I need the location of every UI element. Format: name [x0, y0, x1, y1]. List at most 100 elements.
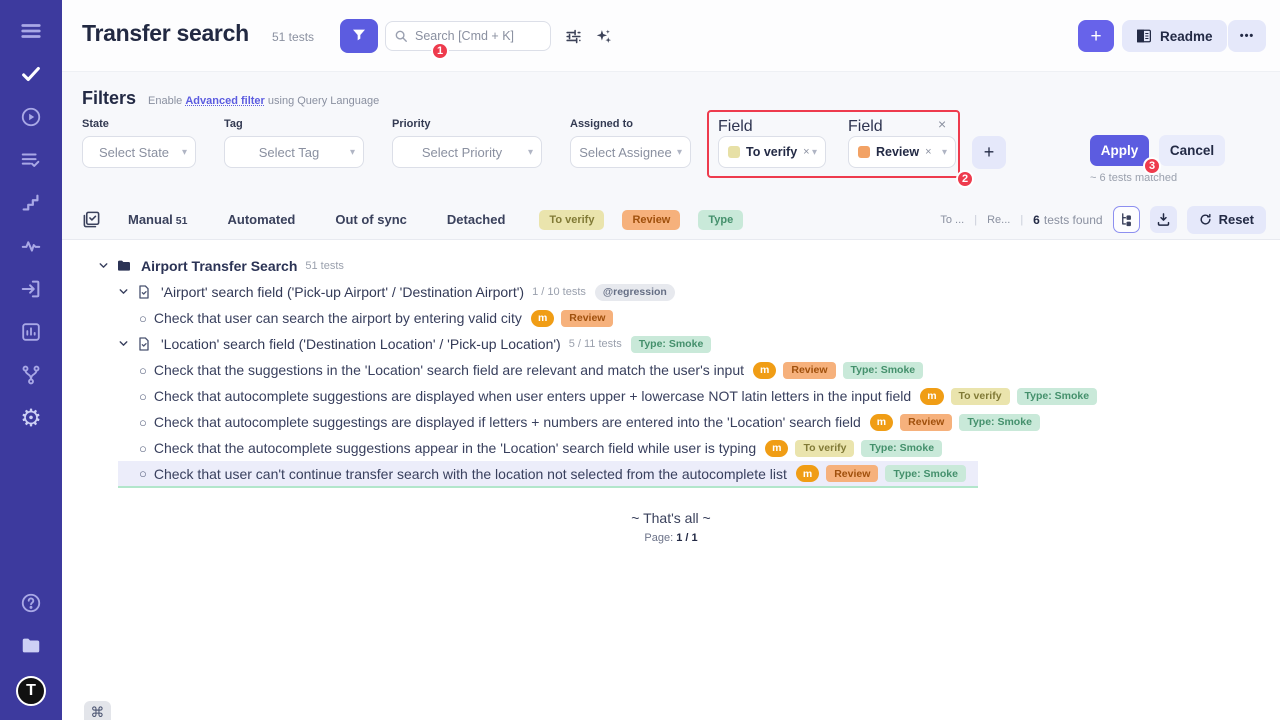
apply-button[interactable]: Apply	[1090, 135, 1149, 166]
suite-label[interactable]: 'Airport' search field ('Pick-up Airport…	[161, 284, 524, 300]
tree-row-test[interactable]: ○ Check that autocomplete suggestings ar…	[62, 409, 1052, 435]
test-label[interactable]: Check that autocomplete suggestings are …	[154, 414, 861, 430]
tab-manual[interactable]: Manual51	[128, 212, 187, 227]
tag-select[interactable]: Select Tag ▾	[224, 136, 364, 168]
caret-down-icon: ▾	[350, 147, 355, 158]
book-icon	[1136, 29, 1152, 43]
download-button[interactable]	[1150, 206, 1177, 233]
tests-check-icon[interactable]	[18, 61, 44, 87]
main-area: Transfer search 51 tests 1 + Readme ••• …	[62, 0, 1280, 681]
tree-row-suite[interactable]: 'Airport' search field ('Pick-up Airport…	[62, 279, 687, 305]
type-smoke-badge: Type: Smoke	[843, 362, 924, 379]
test-label[interactable]: Check that the autocomplete suggestions …	[154, 440, 756, 456]
import-icon[interactable]	[18, 276, 44, 302]
help-icon[interactable]	[18, 590, 44, 616]
manual-badge: m	[531, 310, 554, 327]
chevron-down-icon[interactable]	[117, 285, 131, 299]
reset-button[interactable]: Reset	[1187, 206, 1266, 234]
projects-folder-icon[interactable]	[18, 633, 44, 659]
page-value: 1 / 1	[676, 532, 697, 544]
manual-badge: m	[753, 362, 776, 379]
tests-count: 51 tests	[272, 30, 314, 44]
adjustments-icon[interactable]	[564, 27, 584, 47]
pill-review[interactable]: Review	[622, 210, 680, 230]
tab-detached[interactable]: Detached	[447, 212, 506, 227]
folder-meta: 51 tests	[305, 260, 344, 272]
ai-sparkles-icon[interactable]	[594, 27, 614, 47]
filter-state: State Select State ▾	[82, 118, 196, 168]
test-circle-icon: ○	[139, 466, 147, 481]
filter-priority: Priority Select Priority ▾	[392, 118, 542, 168]
pill-to-verify[interactable]: To verify	[539, 210, 604, 230]
folder-label[interactable]: Airport Transfer Search	[141, 258, 297, 274]
remove-toverify-icon[interactable]: ×	[803, 146, 809, 158]
steps-icon[interactable]	[18, 190, 44, 216]
subtitle-suffix: using Query Language	[268, 95, 379, 107]
readme-button[interactable]: Readme	[1122, 20, 1227, 52]
tests-found-count: 6	[1033, 213, 1040, 227]
annotation-badge-2: 2	[956, 170, 974, 188]
tree-row-folder[interactable]: Airport Transfer Search 51 tests	[62, 253, 356, 279]
close-field-filter-icon[interactable]: ×	[938, 116, 946, 132]
tests-found-text: 6tests found	[1033, 213, 1102, 227]
plans-list-check-icon[interactable]	[18, 147, 44, 173]
caret-down-icon: ▾	[528, 147, 533, 158]
add-button[interactable]: +	[1078, 20, 1114, 52]
test-label[interactable]: Check that the suggestions in the 'Locat…	[154, 362, 744, 378]
to-verify-badge: To verify	[795, 440, 854, 457]
search-input[interactable]	[415, 29, 542, 43]
tree-row-test[interactable]: ○ Check that autocomplete suggestions ar…	[62, 383, 1109, 409]
pill-type[interactable]: Type	[698, 210, 743, 230]
tree-row-test-selected[interactable]: ○ Check that user can't continue transfe…	[118, 461, 978, 488]
caret-down-icon: ▾	[677, 147, 682, 158]
remove-review-icon[interactable]: ×	[925, 146, 931, 158]
menu-icon[interactable]	[18, 18, 44, 44]
review-badge: Review	[561, 310, 613, 327]
tag-placeholder: Select Tag	[259, 145, 319, 160]
field-select-review[interactable]: Review × ▾	[848, 136, 956, 168]
state-select[interactable]: Select State ▾	[82, 136, 196, 168]
chevron-down-icon[interactable]	[97, 259, 111, 273]
tab-automated[interactable]: Automated	[227, 212, 295, 227]
tree-row-test[interactable]: ○ Check that the suggestions in the 'Loc…	[62, 357, 935, 383]
test-label[interactable]: Check that user can't continue transfer …	[154, 466, 787, 482]
tree-row-test[interactable]: ○ Check that the autocomplete suggestion…	[62, 435, 954, 461]
tree-view-button[interactable]	[1113, 206, 1140, 233]
caret-down-icon: ▾	[942, 147, 947, 158]
filter-button[interactable]	[340, 19, 378, 53]
pulse-icon[interactable]	[18, 233, 44, 259]
type-smoke-badge: Type: Smoke	[885, 465, 966, 482]
separator: |	[1020, 214, 1023, 226]
test-label[interactable]: Check that autocomplete suggestions are …	[154, 388, 911, 404]
settings-gear-icon[interactable]: ⚙	[18, 405, 44, 431]
field-select-toverify[interactable]: To verify × ▾	[718, 136, 826, 168]
tag-badge: @regression	[595, 284, 675, 301]
truncated-review[interactable]: Re...	[987, 214, 1010, 226]
command-key-button[interactable]: ⌘	[84, 701, 111, 720]
tree-row-test[interactable]: ○ Check that user can search the airport…	[62, 305, 625, 331]
analytics-icon[interactable]	[18, 319, 44, 345]
select-all-icon[interactable]	[82, 210, 102, 230]
app-logo[interactable]: T	[16, 676, 46, 706]
more-button[interactable]: •••	[1228, 20, 1266, 52]
branch-icon[interactable]	[18, 362, 44, 388]
truncated-to-verify[interactable]: To ...	[940, 214, 964, 226]
sidebar: ⚙ T	[0, 0, 62, 720]
priority-select[interactable]: Select Priority ▾	[392, 136, 542, 168]
caret-down-icon: ▾	[812, 147, 817, 158]
suite-label[interactable]: 'Location' search field ('Destination Lo…	[161, 336, 561, 352]
add-field-filter-button[interactable]: +	[972, 136, 1006, 169]
tab-out-of-sync[interactable]: Out of sync	[335, 212, 407, 227]
chevron-down-icon[interactable]	[117, 337, 131, 351]
tab-manual-label: Manual	[128, 212, 173, 227]
advanced-filter-link[interactable]: Advanced filter	[185, 95, 264, 107]
annotation-badge-1: 1	[431, 42, 449, 60]
test-label[interactable]: Check that user can search the airport b…	[154, 310, 522, 326]
badges: m Review	[531, 310, 614, 327]
tree-row-suite[interactable]: 'Location' search field ('Destination Lo…	[62, 331, 723, 357]
suite-meta: 1 / 10 tests	[532, 286, 586, 298]
filters-subtitle: Enable Advanced filter using Query Langu…	[148, 95, 379, 107]
assignee-select[interactable]: Select Assignee ▾	[570, 136, 691, 168]
cancel-button[interactable]: Cancel	[1159, 135, 1225, 166]
runs-play-icon[interactable]	[18, 104, 44, 130]
